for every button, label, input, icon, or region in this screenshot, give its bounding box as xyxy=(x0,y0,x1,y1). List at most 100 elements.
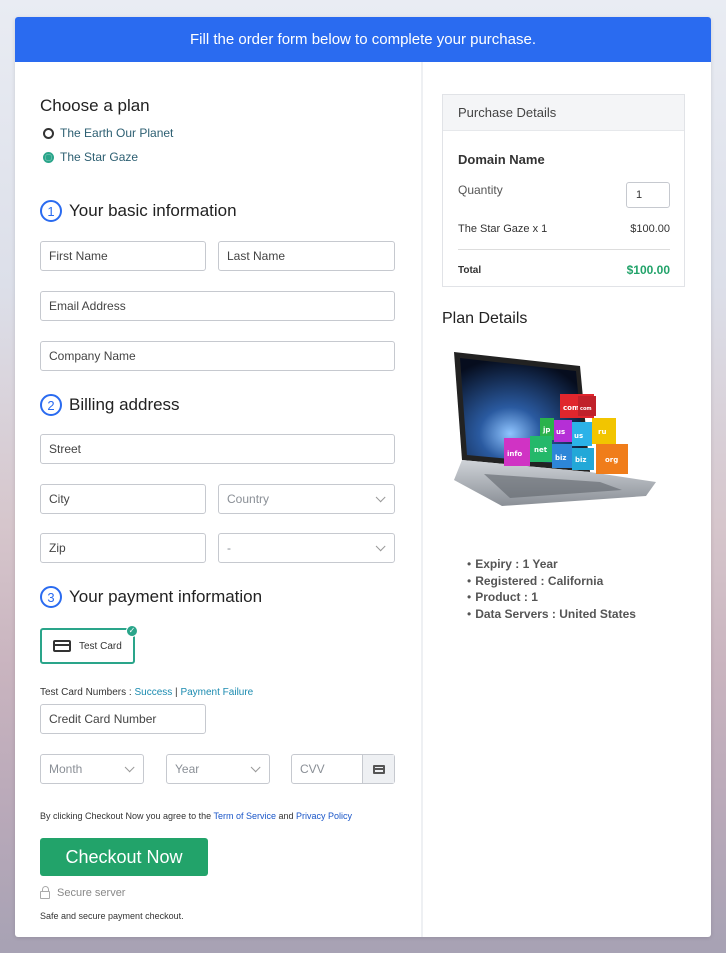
top-banner: Fill the order form below to complete yo… xyxy=(15,17,711,62)
quantity-input[interactable]: 1 xyxy=(626,182,670,208)
section-basic-info: 1 Your basic information xyxy=(40,200,237,222)
list-item: Product : 1 xyxy=(467,589,636,606)
terms-prefix: By clicking Checkout Now you agree to th… xyxy=(40,811,214,821)
section-payment: 3 Your payment information xyxy=(40,586,262,608)
line-item-row: The Star Gaze x 1 $100.00 xyxy=(458,223,670,235)
terms-and: and xyxy=(275,811,296,821)
detail-value: 1 Year xyxy=(522,557,558,571)
list-item: Registered : California xyxy=(467,573,636,590)
first-name-field[interactable]: First Name xyxy=(40,241,206,271)
detail-key: Registered : xyxy=(475,573,545,588)
section-title: Your payment information xyxy=(69,587,263,606)
quantity-row: Quantity 1 xyxy=(458,182,670,208)
cube-label: jp xyxy=(542,426,550,434)
step-number-icon: 3 xyxy=(40,586,62,608)
city-field[interactable]: City xyxy=(40,484,206,514)
lock-icon xyxy=(40,885,50,899)
section-title: Billing address xyxy=(69,395,180,414)
payment-method-test-card[interactable]: Test Card ✓ xyxy=(40,625,138,664)
summary-divider xyxy=(458,249,670,250)
company-field[interactable]: Company Name xyxy=(40,341,395,371)
card-icon-addon xyxy=(362,755,394,783)
detail-value: United States xyxy=(559,606,636,621)
cube-label: org xyxy=(605,456,618,464)
cube-label: info xyxy=(507,450,522,458)
cube-label: ru xyxy=(598,428,606,436)
section-billing: 2 Billing address xyxy=(40,394,180,416)
cube-label: biz xyxy=(555,454,566,462)
line-item-price: $100.00 xyxy=(630,223,670,235)
radio-button-selected[interactable] xyxy=(43,151,54,163)
cube-label: us xyxy=(574,432,583,440)
select-value: Country xyxy=(227,492,270,506)
success-link[interactable]: Success xyxy=(134,687,172,698)
safe-checkout-note: Safe and secure payment checkout. xyxy=(40,911,184,921)
detail-key: Product : xyxy=(475,590,528,604)
order-form-card: Fill the order form below to complete yo… xyxy=(15,17,711,937)
plan-option-label: The Earth Our Planet xyxy=(60,126,174,140)
detail-value: 1 xyxy=(531,590,538,604)
total-value: $100.00 xyxy=(626,263,670,277)
chevron-down-icon xyxy=(375,540,386,551)
plan-details-heading: Plan Details xyxy=(442,310,528,327)
purchase-details-box: Purchase Details Domain Name Quantity 1 … xyxy=(442,94,685,287)
section-title: Your basic information xyxy=(69,201,237,220)
cube-label: com xyxy=(563,404,579,412)
chevron-down-icon xyxy=(124,761,135,772)
purchase-details-heading: Purchase Details xyxy=(443,95,684,131)
total-row: Total $100.00 xyxy=(458,263,670,277)
choose-plan-heading: Choose a plan xyxy=(40,96,150,115)
laptop-domains-image: com com jp us ru us info net biz biz org xyxy=(454,352,656,506)
secure-server: Secure server xyxy=(40,885,126,899)
credit-card-icon xyxy=(372,764,385,774)
terms-of-service-link[interactable]: Term of Service xyxy=(213,811,276,821)
credit-card-number-field[interactable]: Credit Card Number xyxy=(40,704,206,734)
state-select[interactable]: - xyxy=(218,533,395,563)
last-name-field[interactable]: Last Name xyxy=(218,241,395,271)
check-icon: ✓ xyxy=(126,625,138,637)
detail-key: Data Servers : xyxy=(475,606,556,621)
payment-failure-link[interactable]: Payment Failure xyxy=(180,687,253,698)
plan-option-star-gaze[interactable]: The Star Gaze xyxy=(43,150,138,164)
product-name: Domain Name xyxy=(458,152,670,167)
plan-details-list: Expiry : 1 Year Registered : California … xyxy=(467,556,636,622)
select-value: Month xyxy=(49,762,83,776)
checkout-now-button[interactable]: Checkout Now xyxy=(40,838,208,876)
list-item: Data Servers : United States xyxy=(467,606,636,623)
street-field[interactable]: Street xyxy=(40,434,395,464)
line-item-label: The Star Gaze x 1 xyxy=(458,223,548,235)
country-select[interactable]: Country xyxy=(218,484,395,514)
product-title: Domain Name xyxy=(458,152,545,167)
detail-value: California xyxy=(547,573,604,588)
terms-text: By clicking Checkout Now you agree to th… xyxy=(40,811,352,821)
cube-label: us xyxy=(556,428,565,436)
column-divider xyxy=(421,62,423,937)
secure-server-label: Secure server xyxy=(57,887,126,899)
cube-label: biz xyxy=(575,456,586,464)
test-numbers-label: Test Card Numbers : xyxy=(40,687,135,698)
banner-text: Fill the order form below to complete yo… xyxy=(190,31,536,48)
month-select[interactable]: Month xyxy=(40,754,144,784)
cube-label: com xyxy=(580,406,592,412)
cvv-field[interactable]: CVV xyxy=(291,754,395,784)
step-number-icon: 2 xyxy=(40,394,62,416)
plan-option-earth[interactable]: The Earth Our Planet xyxy=(43,126,173,140)
privacy-policy-link[interactable]: Privacy Policy xyxy=(296,811,352,821)
test-card-numbers: Test Card Numbers : Success | Payment Fa… xyxy=(40,687,253,698)
payment-method-label: Test Card xyxy=(79,640,122,652)
detail-key: Expiry : xyxy=(475,557,520,571)
step-number-icon: 1 xyxy=(40,200,62,222)
total-label: Total xyxy=(458,264,482,276)
credit-card-icon xyxy=(53,640,71,652)
chevron-down-icon xyxy=(375,491,386,502)
year-select[interactable]: Year xyxy=(166,754,270,784)
quantity-label: Quantity xyxy=(458,183,503,197)
email-field[interactable]: Email Address xyxy=(40,291,395,321)
zip-field[interactable]: Zip xyxy=(40,533,206,563)
radio-button[interactable] xyxy=(43,127,54,139)
cvv-placeholder: CVV xyxy=(300,762,325,776)
cube-label: net xyxy=(534,446,548,454)
select-value: Year xyxy=(175,762,200,776)
chevron-down-icon xyxy=(250,761,261,772)
list-item: Expiry : 1 Year xyxy=(467,556,636,573)
